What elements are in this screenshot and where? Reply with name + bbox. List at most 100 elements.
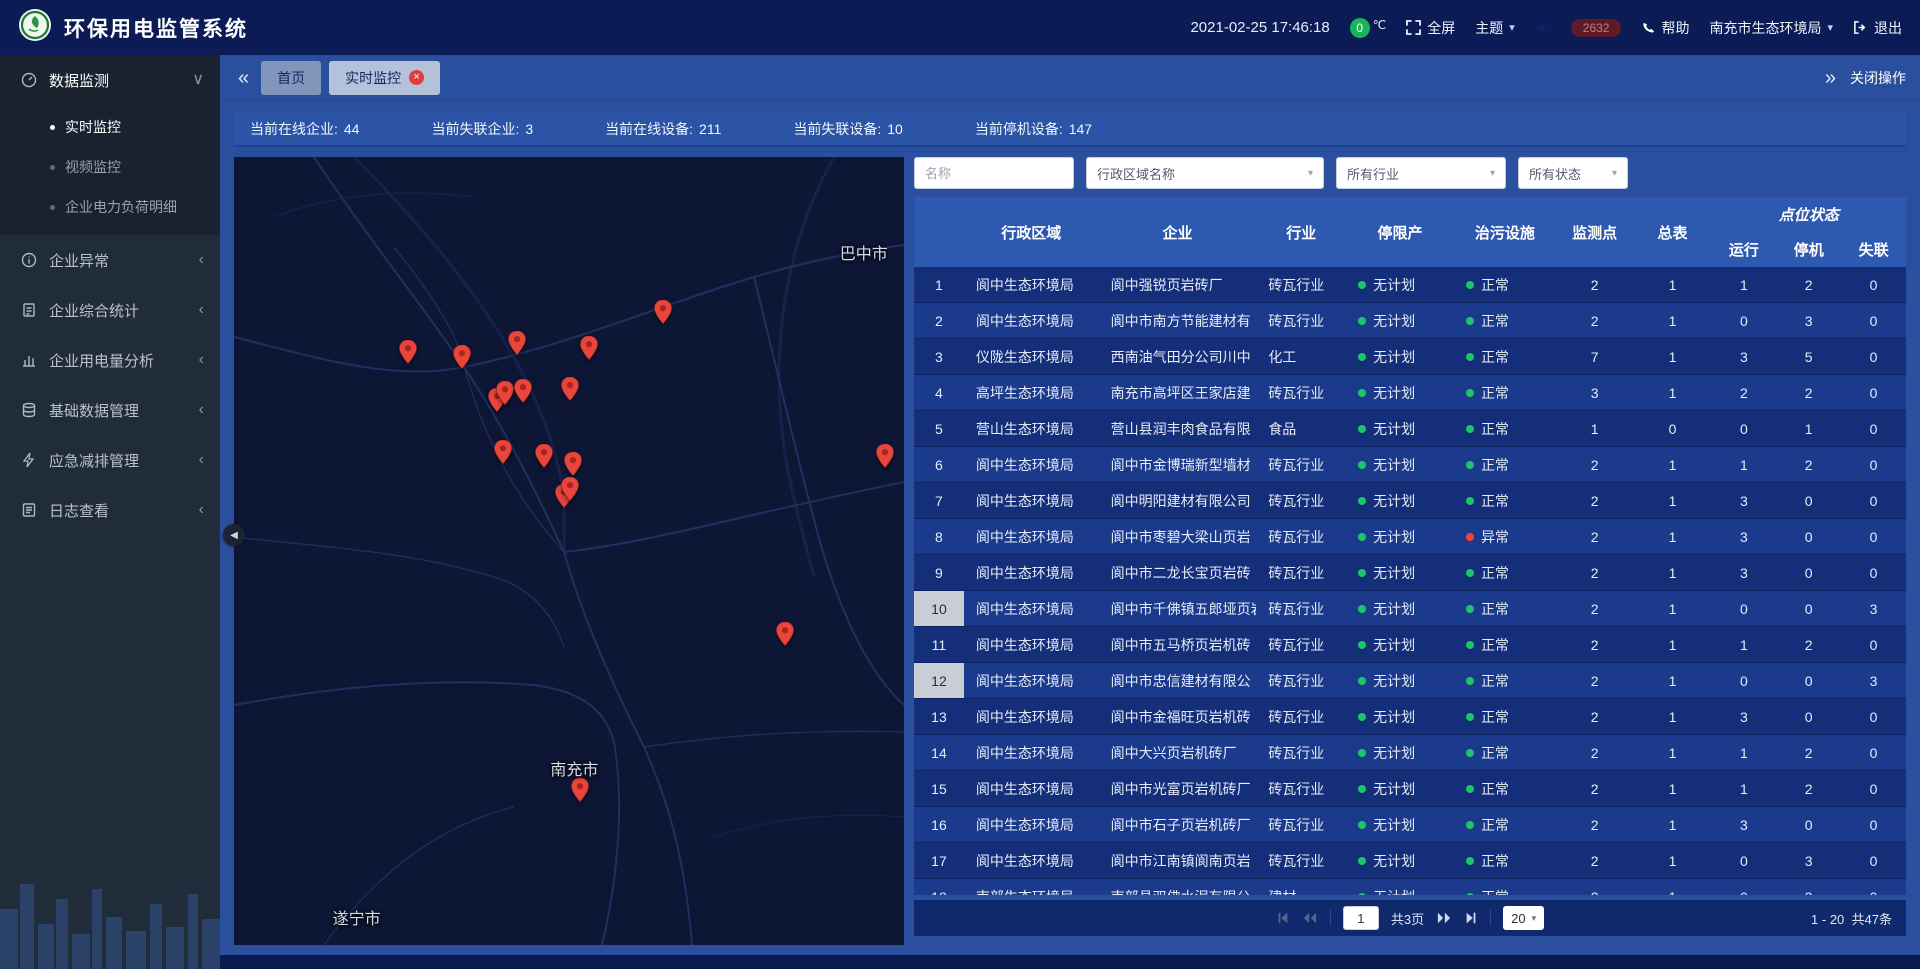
first-page-icon[interactable] [1276, 911, 1290, 925]
cell-limit: 无计划 [1346, 807, 1454, 842]
sidebar-item-power-load-detail[interactable]: 企业电力负荷明细 [0, 187, 220, 227]
cell-region: 阆中生态环境局 [964, 267, 1099, 302]
filter-row: 行政区域名称 ▾ 所有行业 ▾ 所有状态 ▾ [914, 157, 1906, 189]
status-dot [1466, 821, 1474, 829]
cell-company: 阆中市金福旺页岩机砖 [1099, 699, 1257, 734]
industry-filter-select[interactable]: 所有行业 ▾ [1336, 157, 1506, 189]
name-filter-input[interactable] [914, 157, 1074, 189]
status-dot [1466, 353, 1474, 361]
tab-home[interactable]: 首页 [261, 61, 321, 95]
sidebar-item-base-data[interactable]: 基础数据管理 ‹ [0, 385, 220, 435]
cell-lost: 0 [1841, 519, 1906, 554]
status-filter-select[interactable]: 所有状态 ▾ [1518, 157, 1628, 189]
bullet-icon [50, 205, 55, 210]
help-button[interactable]: 帮助 [1641, 18, 1689, 38]
alert-count-badge[interactable]: 2632 [1571, 19, 1622, 37]
cell-stop: 3 [1776, 879, 1841, 895]
map-panel[interactable]: 巴中市南充市遂宁市 ◀ [234, 157, 904, 945]
sidebar-item-enterprise-abnormal[interactable]: 企业异常 ‹ [0, 235, 220, 285]
table-row[interactable]: 12阆中生态环境局阆中市忠信建材有限公砖瓦行业无计划正常21003 [914, 663, 1906, 699]
cell-meters: 1 [1634, 375, 1712, 410]
table-row[interactable]: 1阆中生态环境局阆中强锐页岩砖厂砖瓦行业无计划正常21120 [914, 267, 1906, 303]
sidebar-item-log-view[interactable]: 日志查看 ‹ [0, 485, 220, 535]
next-page-icon[interactable] [1436, 911, 1452, 925]
cell-lost: 0 [1841, 483, 1906, 518]
cell-meters: 1 [1634, 735, 1712, 770]
sidebar-item-enterprise-statistics[interactable]: 企业综合统计 ‹ [0, 285, 220, 335]
table-row[interactable]: 8阆中生态环境局阆中市枣碧大梁山页岩砖瓦行业无计划异常21300 [914, 519, 1906, 555]
sidebar-item-power-analysis[interactable]: 企业用电量分析 ‹ [0, 335, 220, 385]
sidebar-item-video-monitor[interactable]: 视频监控 [0, 147, 220, 187]
table-row[interactable]: 2阆中生态环境局阆中市南方节能建材有砖瓦行业无计划正常21030 [914, 303, 1906, 339]
bullet-icon [50, 165, 55, 170]
table-row[interactable]: 11阆中生态环境局阆中市五马桥页岩机砖砖瓦行业无计划正常21120 [914, 627, 1906, 663]
table-row[interactable]: 7阆中生态环境局阆中明阳建材有限公司砖瓦行业无计划正常21300 [914, 483, 1906, 519]
tab-realtime-monitor[interactable]: 实时监控 × [329, 61, 440, 95]
stat-online-devices: 当前在线设备:211 [605, 119, 721, 139]
cell-meters: 1 [1634, 627, 1712, 662]
table-row[interactable]: 5营山生态环境局营山县润丰肉食品有限食品无计划正常10010 [914, 411, 1906, 447]
cell-facility: 正常 [1454, 591, 1556, 626]
cell-meters: 1 [1634, 303, 1712, 338]
cell-industry: 砖瓦行业 [1256, 699, 1346, 734]
theme-dropdown[interactable]: 主题 ▾ [1475, 18, 1515, 38]
cell-meters: 1 [1634, 555, 1712, 590]
sidebar-item-label: 日志查看 [49, 500, 188, 521]
logout-button[interactable]: 退出 [1853, 18, 1902, 38]
status-dot [1466, 317, 1474, 325]
scroll-tabs-left-icon[interactable]: « [234, 68, 253, 88]
cell-industry: 砖瓦行业 [1256, 663, 1346, 698]
table-row[interactable]: 16阆中生态环境局阆中市石子页岩机砖厂砖瓦行业无计划正常21300 [914, 807, 1906, 843]
record-range-label: 1 - 20 共47条 [1811, 909, 1892, 928]
table-row[interactable]: 18南部生态环境局南部县双佛水泥有限公建材无计划正常21030 [914, 879, 1906, 895]
cell-company: 阆中市五马桥页岩机砖 [1099, 627, 1257, 662]
submenu-data-monitoring: 实时监控 视频监控 企业电力负荷明细 [0, 105, 220, 235]
status-dot [1466, 749, 1474, 757]
table-row[interactable]: 10阆中生态环境局阆中市千佛镇五郎垭页岩砖瓦行业无计划正常21003 [914, 591, 1906, 627]
clipboard-icon [20, 302, 38, 318]
last-page-icon[interactable] [1464, 911, 1478, 925]
table-row[interactable]: 13阆中生态环境局阆中市金福旺页岩机砖砖瓦行业无计划正常21300 [914, 699, 1906, 735]
region-filter-select[interactable]: 行政区域名称 ▾ [1086, 157, 1324, 189]
row-index: 7 [914, 483, 964, 518]
scroll-tabs-right-icon[interactable]: » [1821, 68, 1840, 88]
industry-filter-value: 所有行业 [1347, 164, 1399, 183]
speaker-icon [1535, 20, 1551, 36]
stat-online-enterprises: 当前在线企业:44 [250, 119, 359, 139]
close-operations-button[interactable]: 关闭操作 [1850, 68, 1906, 88]
cell-run: 0 [1711, 591, 1776, 626]
cell-run: 0 [1711, 663, 1776, 698]
org-dropdown[interactable]: 南充市生态环境局 ▾ [1709, 18, 1833, 38]
status-dot [1358, 317, 1366, 325]
status-dot [1358, 893, 1366, 896]
table-row[interactable]: 17阆中生态环境局阆中市江南镇阆南页岩砖瓦行业无计划正常21030 [914, 843, 1906, 879]
cell-stop: 2 [1776, 735, 1841, 770]
sidebar-item-realtime-monitor[interactable]: 实时监控 [0, 107, 220, 147]
chevron-left-icon: ‹ [199, 352, 204, 368]
prev-page-icon[interactable] [1302, 911, 1318, 925]
table-row[interactable]: 9阆中生态环境局阆中市二龙长宝页岩砖砖瓦行业无计划正常21300 [914, 555, 1906, 591]
table-row[interactable]: 4高坪生态环境局南充市高坪区王家店建砖瓦行业无计划正常31220 [914, 375, 1906, 411]
page-number-input[interactable] [1343, 906, 1379, 930]
table-row[interactable]: 6阆中生态环境局阆中市金博瑞新型墙材砖瓦行业无计划正常21120 [914, 447, 1906, 483]
sidebar-item-emergency-reduction[interactable]: 应急减排管理 ‹ [0, 435, 220, 485]
table-row[interactable]: 14阆中生态环境局阆中大兴页岩机砖厂砖瓦行业无计划正常21120 [914, 735, 1906, 771]
row-index: 13 [914, 699, 964, 734]
table-row[interactable]: 3仪陇生态环境局西南油气田分公司川中化工无计划正常71350 [914, 339, 1906, 375]
sidebar-item-data-monitoring[interactable]: 数据监测 ∨ [0, 55, 220, 105]
cell-limit: 无计划 [1346, 267, 1454, 302]
theme-label: 主题 [1475, 18, 1503, 38]
cell-lost: 3 [1841, 663, 1906, 698]
chevron-left-icon: ‹ [199, 302, 204, 318]
page-size-select[interactable]: 20 ▾ [1503, 906, 1544, 930]
cell-monitors: 2 [1556, 483, 1634, 518]
cell-limit: 无计划 [1346, 375, 1454, 410]
stat-stopped-devices: 当前停机设备:147 [975, 119, 1092, 139]
cell-region: 营山生态环境局 [964, 411, 1099, 446]
header-datetime: 2021-02-25 17:46:18 [1190, 19, 1329, 36]
announcement-button[interactable] [1535, 20, 1551, 36]
close-tab-icon[interactable]: × [409, 70, 424, 85]
cell-limit: 无计划 [1346, 771, 1454, 806]
fullscreen-button[interactable]: 全屏 [1406, 18, 1455, 38]
table-row[interactable]: 15阆中生态环境局阆中市光富页岩机砖厂砖瓦行业无计划正常21120 [914, 771, 1906, 807]
